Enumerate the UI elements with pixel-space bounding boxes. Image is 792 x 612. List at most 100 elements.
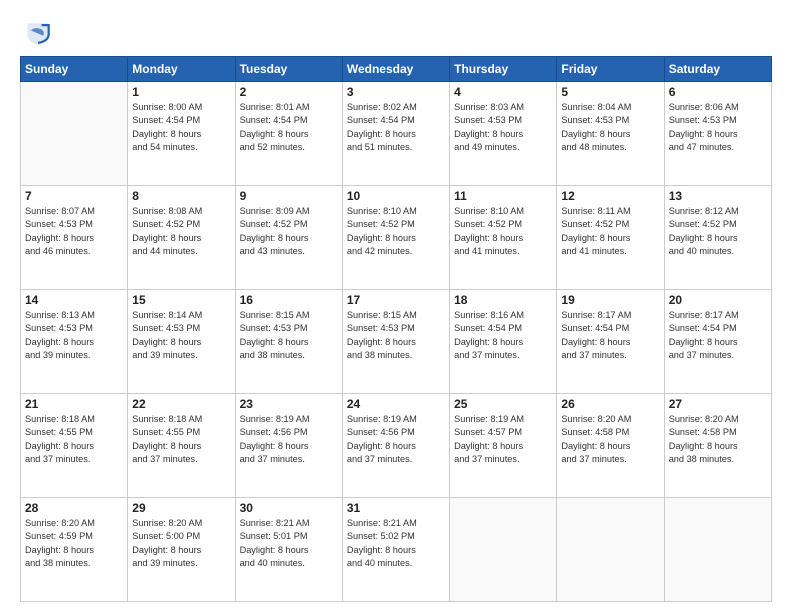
day-number: 21	[25, 397, 123, 411]
cell-details: Sunrise: 8:16 AMSunset: 4:54 PMDaylight:…	[454, 309, 552, 362]
calendar-cell: 24 Sunrise: 8:19 AMSunset: 4:56 PMDayligh…	[342, 394, 449, 498]
day-number: 31	[347, 501, 445, 515]
cell-details: Sunrise: 8:10 AMSunset: 4:52 PMDaylight:…	[347, 205, 445, 258]
day-number: 24	[347, 397, 445, 411]
day-number: 11	[454, 189, 552, 203]
calendar-week-row: 14 Sunrise: 8:13 AMSunset: 4:53 PMDayligh…	[21, 290, 772, 394]
day-number: 13	[669, 189, 767, 203]
calendar-cell: 18 Sunrise: 8:16 AMSunset: 4:54 PMDayligh…	[450, 290, 557, 394]
calendar-cell	[450, 498, 557, 602]
cell-details: Sunrise: 8:18 AMSunset: 4:55 PMDaylight:…	[25, 413, 123, 466]
cell-details: Sunrise: 8:02 AMSunset: 4:54 PMDaylight:…	[347, 101, 445, 154]
day-number: 17	[347, 293, 445, 307]
cell-details: Sunrise: 8:21 AMSunset: 5:01 PMDaylight:…	[240, 517, 338, 570]
calendar-cell: 21 Sunrise: 8:18 AMSunset: 4:55 PMDayligh…	[21, 394, 128, 498]
day-number: 20	[669, 293, 767, 307]
calendar-cell: 9Sunrise: 8:09 AMSunset: 4:52 PMDaylight…	[235, 186, 342, 290]
cell-details: Sunrise: 8:20 AMSunset: 4:58 PMDaylight:…	[561, 413, 659, 466]
calendar-cell: 3 Sunrise: 8:02 AMSunset: 4:54 PMDaylight…	[342, 82, 449, 186]
cell-details: Sunrise: 8:08 AMSunset: 4:52 PMDaylight:…	[132, 205, 230, 258]
calendar-cell: 1 Sunrise: 8:00 AMSunset: 4:54 PMDaylight…	[128, 82, 235, 186]
weekday-header: Thursday	[450, 57, 557, 82]
cell-details: Sunrise: 8:20 AMSunset: 4:59 PMDaylight:…	[25, 517, 123, 570]
calendar-cell: 5Sunrise: 8:04 AMSunset: 4:53 PMDaylight…	[557, 82, 664, 186]
calendar-table: SundayMondayTuesdayWednesdayThursdayFrid…	[20, 56, 772, 602]
day-number: 19	[561, 293, 659, 307]
day-number: 7	[25, 189, 123, 203]
weekday-header: Saturday	[664, 57, 771, 82]
cell-details: Sunrise: 8:19 AMSunset: 4:56 PMDaylight:…	[347, 413, 445, 466]
cell-details: Sunrise: 8:00 AMSunset: 4:54 PMDaylight:…	[132, 101, 230, 154]
day-number: 22	[132, 397, 230, 411]
day-number: 30	[240, 501, 338, 515]
calendar-cell	[557, 498, 664, 602]
weekday-header: Sunday	[21, 57, 128, 82]
calendar-cell: 12 Sunrise: 8:11 AMSunset: 4:52 PMDayligh…	[557, 186, 664, 290]
cell-details: Sunrise: 8:01 AMSunset: 4:54 PMDaylight:…	[240, 101, 338, 154]
calendar-cell: 13Sunrise: 8:12 AMSunset: 4:52 PMDayligh…	[664, 186, 771, 290]
day-number: 16	[240, 293, 338, 307]
cell-details: Sunrise: 8:19 AMSunset: 4:57 PMDaylight:…	[454, 413, 552, 466]
calendar-cell: 30 Sunrise: 8:21 AMSunset: 5:01 PMDayligh…	[235, 498, 342, 602]
calendar-cell: 8 Sunrise: 8:08 AMSunset: 4:52 PMDaylight…	[128, 186, 235, 290]
cell-details: Sunrise: 8:20 AMSunset: 4:58 PMDaylight:…	[669, 413, 767, 466]
calendar-header-row: SundayMondayTuesdayWednesdayThursdayFrid…	[21, 57, 772, 82]
calendar-week-row: 1 Sunrise: 8:00 AMSunset: 4:54 PMDaylight…	[21, 82, 772, 186]
calendar-cell	[21, 82, 128, 186]
day-number: 3	[347, 85, 445, 99]
cell-details: Sunrise: 8:09 AMSunset: 4:52 PMDaylight:…	[240, 205, 338, 258]
day-number: 18	[454, 293, 552, 307]
day-number: 10	[347, 189, 445, 203]
calendar-week-row: 21 Sunrise: 8:18 AMSunset: 4:55 PMDayligh…	[21, 394, 772, 498]
day-number: 12	[561, 189, 659, 203]
cell-details: Sunrise: 8:06 AMSunset: 4:53 PMDaylight:…	[669, 101, 767, 154]
calendar-week-row: 28 Sunrise: 8:20 AMSunset: 4:59 PMDayligh…	[21, 498, 772, 602]
header	[20, 18, 772, 46]
weekday-header: Tuesday	[235, 57, 342, 82]
calendar-cell: 22 Sunrise: 8:18 AMSunset: 4:55 PMDayligh…	[128, 394, 235, 498]
day-number: 2	[240, 85, 338, 99]
cell-details: Sunrise: 8:11 AMSunset: 4:52 PMDaylight:…	[561, 205, 659, 258]
calendar-cell	[664, 498, 771, 602]
day-number: 8	[132, 189, 230, 203]
weekday-header: Monday	[128, 57, 235, 82]
cell-details: Sunrise: 8:20 AMSunset: 5:00 PMDaylight:…	[132, 517, 230, 570]
day-number: 4	[454, 85, 552, 99]
cell-details: Sunrise: 8:07 AMSunset: 4:53 PMDaylight:…	[25, 205, 123, 258]
day-number: 28	[25, 501, 123, 515]
cell-details: Sunrise: 8:17 AMSunset: 4:54 PMDaylight:…	[561, 309, 659, 362]
calendar-cell: 7 Sunrise: 8:07 AMSunset: 4:53 PMDaylight…	[21, 186, 128, 290]
cell-details: Sunrise: 8:03 AMSunset: 4:53 PMDaylight:…	[454, 101, 552, 154]
calendar-cell: 31 Sunrise: 8:21 AMSunset: 5:02 PMDayligh…	[342, 498, 449, 602]
day-number: 15	[132, 293, 230, 307]
calendar-cell: 28 Sunrise: 8:20 AMSunset: 4:59 PMDayligh…	[21, 498, 128, 602]
day-number: 14	[25, 293, 123, 307]
logo	[20, 18, 56, 46]
day-number: 26	[561, 397, 659, 411]
day-number: 6	[669, 85, 767, 99]
calendar-cell: 10 Sunrise: 8:10 AMSunset: 4:52 PMDayligh…	[342, 186, 449, 290]
calendar-cell: 16 Sunrise: 8:15 AMSunset: 4:53 PMDayligh…	[235, 290, 342, 394]
calendar-cell: 29 Sunrise: 8:20 AMSunset: 5:00 PMDayligh…	[128, 498, 235, 602]
cell-details: Sunrise: 8:21 AMSunset: 5:02 PMDaylight:…	[347, 517, 445, 570]
calendar-cell: 26 Sunrise: 8:20 AMSunset: 4:58 PMDayligh…	[557, 394, 664, 498]
cell-details: Sunrise: 8:13 AMSunset: 4:53 PMDaylight:…	[25, 309, 123, 362]
page: SundayMondayTuesdayWednesdayThursdayFrid…	[0, 0, 792, 612]
cell-details: Sunrise: 8:04 AMSunset: 4:53 PMDaylight:…	[561, 101, 659, 154]
calendar-cell: 14 Sunrise: 8:13 AMSunset: 4:53 PMDayligh…	[21, 290, 128, 394]
cell-details: Sunrise: 8:14 AMSunset: 4:53 PMDaylight:…	[132, 309, 230, 362]
day-number: 1	[132, 85, 230, 99]
day-number: 27	[669, 397, 767, 411]
calendar-cell: 25Sunrise: 8:19 AMSunset: 4:57 PMDayligh…	[450, 394, 557, 498]
day-number: 29	[132, 501, 230, 515]
cell-details: Sunrise: 8:18 AMSunset: 4:55 PMDaylight:…	[132, 413, 230, 466]
calendar-cell: 2 Sunrise: 8:01 AMSunset: 4:54 PMDaylight…	[235, 82, 342, 186]
calendar-cell: 17 Sunrise: 8:15 AMSunset: 4:53 PMDayligh…	[342, 290, 449, 394]
calendar-cell: 6 Sunrise: 8:06 AMSunset: 4:53 PMDaylight…	[664, 82, 771, 186]
cell-details: Sunrise: 8:15 AMSunset: 4:53 PMDaylight:…	[240, 309, 338, 362]
weekday-header: Wednesday	[342, 57, 449, 82]
cell-details: Sunrise: 8:15 AMSunset: 4:53 PMDaylight:…	[347, 309, 445, 362]
cell-details: Sunrise: 8:17 AMSunset: 4:54 PMDaylight:…	[669, 309, 767, 362]
calendar-cell: 19 Sunrise: 8:17 AMSunset: 4:54 PMDayligh…	[557, 290, 664, 394]
calendar-cell: 11Sunrise: 8:10 AMSunset: 4:52 PMDayligh…	[450, 186, 557, 290]
